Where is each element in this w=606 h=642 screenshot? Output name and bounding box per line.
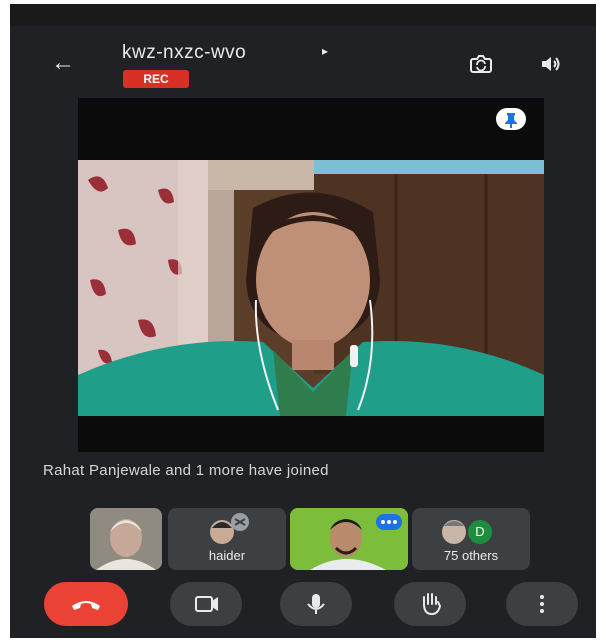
raise-hand-button[interactable] [394,582,466,626]
camera-icon [195,596,218,612]
participant-name-haider: haider [208,548,246,563]
meeting-code[interactable]: kwz-nxzc-wvo [122,42,246,64]
participant-video-frame [78,160,544,416]
speaker-icon[interactable] [538,52,564,76]
raise-hand-icon [423,593,442,616]
more-options-button[interactable] [506,582,578,626]
others-tile[interactable]: D 75 others [412,508,530,570]
meet-call-screen: ← kwz-nxzc-wvo ▸ REC Rahat Panjewale and… [10,4,596,638]
end-call-icon [72,601,100,610]
main-video[interactable] [78,98,544,452]
more-options-icon [540,595,544,613]
end-call-button[interactable] [44,582,128,626]
status-bar [10,4,596,26]
active-speaker-video [290,508,408,570]
others-count-label: 75 others [443,548,499,563]
others-avatar-letter: D [475,524,485,539]
microphone-toggle-button[interactable] [280,582,352,626]
camera-toggle-button[interactable] [170,582,242,626]
meeting-details-caret-icon[interactable]: ▸ [322,44,328,58]
back-arrow-icon[interactable]: ← [48,50,78,76]
recording-badge: REC [123,70,189,88]
pin-icon[interactable] [496,108,526,130]
switch-camera-icon[interactable] [468,52,494,76]
participant-tile-haider[interactable]: haider [168,508,286,570]
self-view-tile[interactable] [90,508,162,570]
mic-icon [307,594,325,614]
join-notification: Rahat Panjewale and 1 more have joined [43,462,329,479]
self-video-image [90,508,162,570]
active-speaker-tile[interactable] [290,508,408,570]
participant-video-image [78,160,544,416]
